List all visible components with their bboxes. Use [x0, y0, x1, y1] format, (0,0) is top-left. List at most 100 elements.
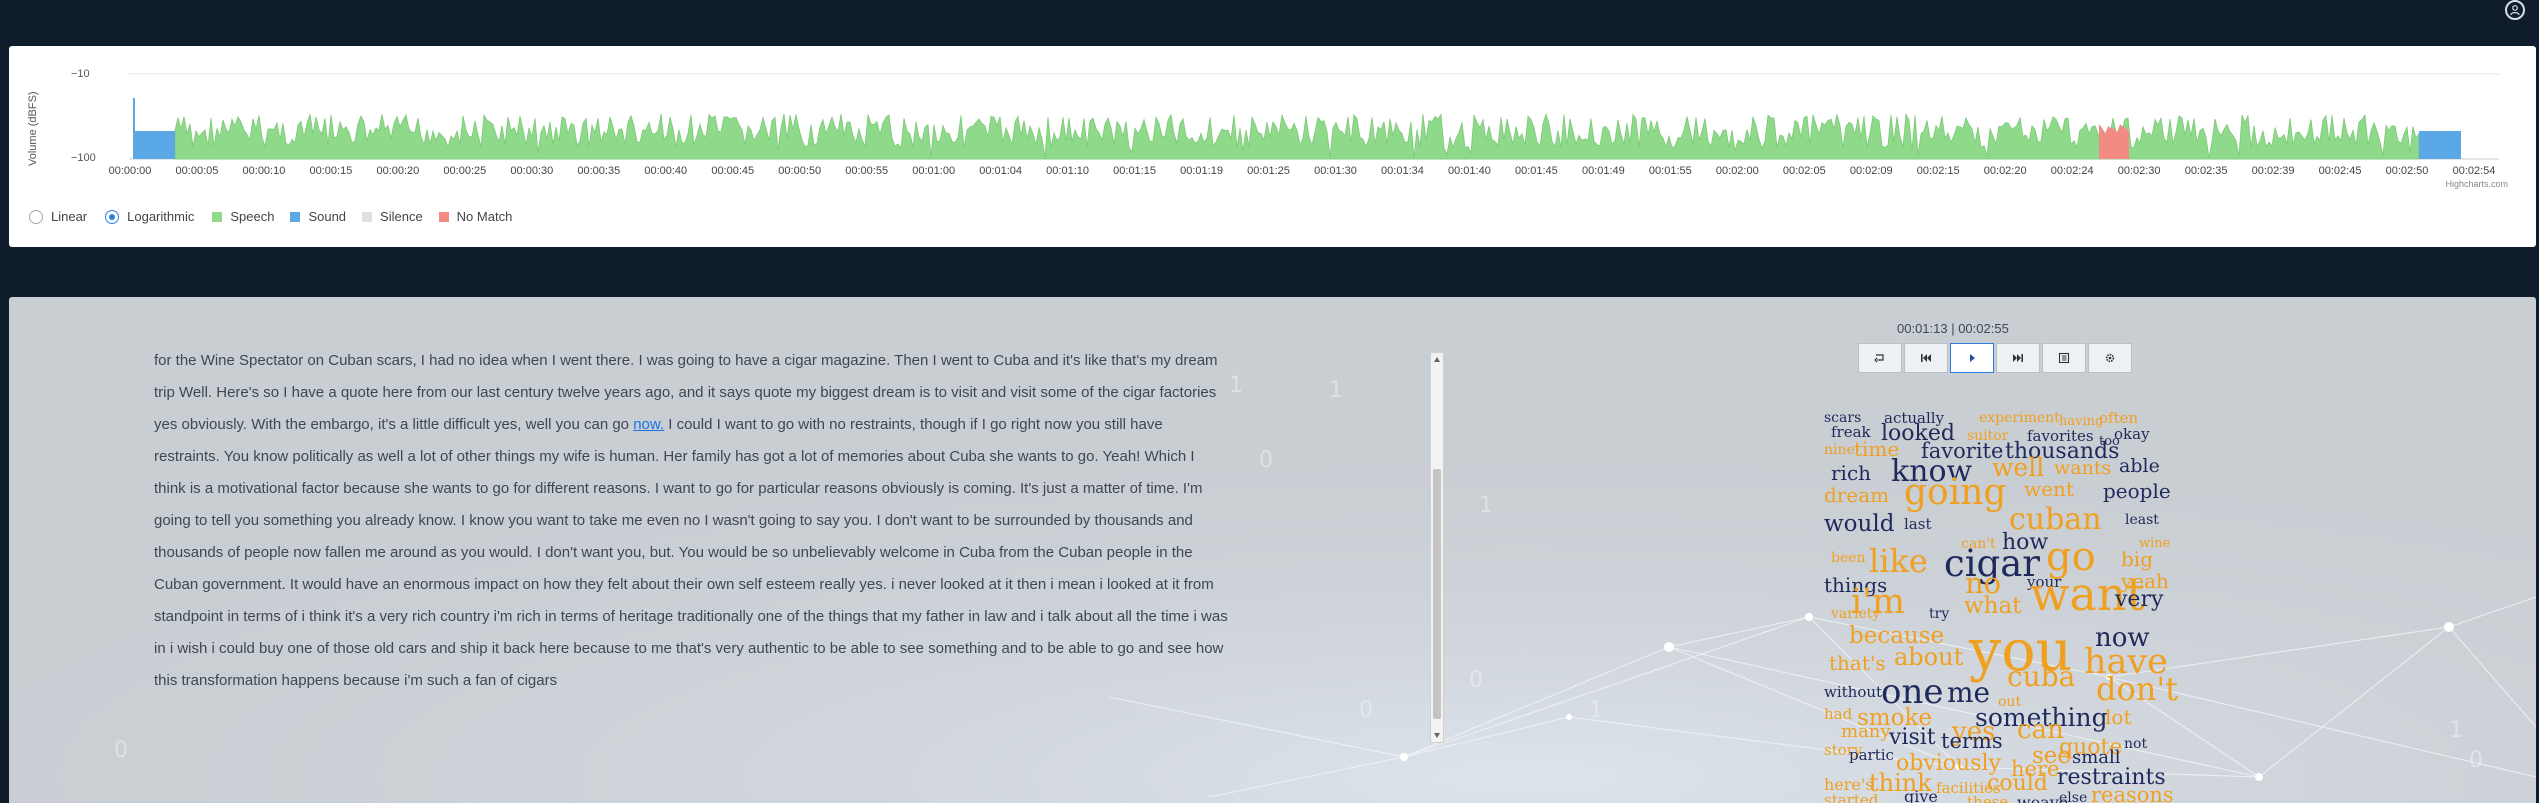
word-cloud-word[interactable]: people — [2103, 481, 2171, 501]
word-cloud-word[interactable]: dream — [1824, 485, 1889, 505]
sound-segment — [2419, 131, 2461, 159]
loop-icon — [1874, 354, 1884, 363]
word-cloud-word[interactable]: last — [1904, 517, 1931, 532]
x-tick-label: 00:00:45 — [711, 165, 755, 177]
scroll-down-icon[interactable] — [1434, 733, 1440, 738]
word-cloud-word[interactable]: least — [2125, 513, 2159, 527]
x-tick-label: 00:01:25 — [1247, 165, 1290, 177]
word-cloud-word[interactable]: visit — [1889, 727, 1936, 749]
x-tick-label: 00:00:40 — [644, 165, 688, 177]
word-cloud-word[interactable]: had — [1824, 707, 1852, 722]
loop-button[interactable] — [1858, 343, 1902, 373]
silence-swatch-icon — [362, 211, 373, 222]
word-cloud-word[interactable]: terms — [1941, 731, 2003, 752]
radio-unchecked-icon — [29, 209, 43, 224]
word-cloud-word[interactable]: would — [1824, 513, 1894, 536]
svg-text:0: 0 — [1469, 668, 1483, 693]
legend-sound[interactable]: Sound — [290, 209, 346, 224]
legend-silence[interactable]: Silence — [362, 209, 423, 224]
no-match-area — [2099, 124, 2129, 159]
gear-icon — [2105, 353, 2115, 363]
svg-text:0: 0 — [1259, 448, 1273, 473]
word-cloud-word[interactable]: give — [1904, 789, 1938, 803]
word-cloud-word[interactable]: variety — [1831, 607, 1880, 621]
x-tick-label: 00:00:35 — [577, 165, 621, 177]
x-tick-label: 00:00:00 — [108, 165, 152, 177]
word-cloud-word[interactable]: one — [1881, 675, 1944, 709]
scale-linear-label: Linear — [51, 209, 88, 224]
word-cloud-word[interactable]: started — [1824, 793, 1878, 803]
x-tick-label: 00:02:00 — [1715, 165, 1759, 177]
word-cloud-word[interactable]: not — [2124, 737, 2147, 751]
x-axis: 00:00:00 00:00:05 00:00:10 00:00:15 00:00:20… — [9, 165, 2536, 181]
scale-linear-radio[interactable]: Linear — [29, 209, 87, 224]
play-icon — [1970, 354, 1975, 362]
word-cloud-word[interactable]: okay — [2114, 427, 2150, 442]
scroll-up-icon[interactable] — [1434, 357, 1440, 362]
transcript-panel: 110 001 010 1 for the Wine Spectator on … — [9, 297, 2536, 803]
x-tick-label: 00:01:30 — [1314, 165, 1357, 177]
word-cloud-word[interactable]: cuba — [2007, 663, 2075, 691]
user-account-icon[interactable] — [2505, 0, 2525, 20]
transcript-text: for the Wine Spectator on Cuban scars, I… — [154, 345, 1229, 697]
word-cloud-word[interactable]: wants — [2054, 459, 2111, 478]
legend-label: Silence — [380, 209, 423, 224]
skip-back-icon — [1921, 354, 1931, 362]
word-cloud-word[interactable]: don't — [2096, 673, 2178, 705]
x-tick-label: 00:00:05 — [175, 165, 219, 177]
current-word-link[interactable]: now. — [633, 416, 664, 433]
x-tick-label: 00:02:39 — [2251, 165, 2295, 177]
x-tick-label: 00:02:15 — [1916, 165, 1960, 177]
x-tick-label: 00:01:45 — [1514, 165, 1558, 177]
x-tick-label: 00:00:20 — [376, 165, 420, 177]
x-tick-label: 00:02:05 — [1782, 165, 1826, 177]
word-cloud-word[interactable]: about — [1894, 645, 1963, 669]
skip-back-button[interactable] — [1904, 343, 1948, 373]
transcript-toggle-button[interactable] — [2042, 343, 2086, 373]
word-cloud-word[interactable]: experiment — [1979, 411, 2060, 425]
x-tick-label: 00:01:19 — [1180, 165, 1223, 177]
word-cloud-word[interactable]: big — [2121, 549, 2153, 569]
settings-button[interactable] — [2088, 343, 2132, 373]
word-cloud-word[interactable]: try — [1929, 607, 1949, 621]
x-tick-label: 00:02:54 — [2452, 165, 2496, 177]
word-cloud-word[interactable]: often — [2099, 411, 2138, 426]
word-cloud-word[interactable]: nine — [1824, 443, 1855, 457]
scale-logarithmic-label: Logarithmic — [127, 209, 195, 224]
waveform-chart[interactable]: Volume (dBFS) −10 −100 00:00:00 00:00:05 0… — [9, 46, 2536, 247]
x-tick-label: 00:01:40 — [1448, 165, 1491, 177]
word-cloud-word[interactable]: went — [2024, 479, 2074, 499]
word-cloud-word[interactable]: partic — [1849, 748, 1894, 763]
word-cloud-word[interactable]: what — [1964, 595, 2021, 618]
word-cloud-word[interactable]: very — [2115, 589, 2163, 611]
transcript-scrollbar[interactable] — [1430, 352, 1444, 743]
player-controls — [1858, 343, 2134, 373]
speech-swatch-icon — [212, 211, 223, 222]
word-cloud-word[interactable]: rich — [1831, 463, 1871, 483]
skip-forward-button[interactable] — [1996, 343, 2040, 373]
word-cloud-word[interactable]: able — [2119, 457, 2160, 476]
word-cloud-word[interactable]: been — [1831, 551, 1866, 565]
word-cloud-word[interactable]: lot — [2105, 707, 2131, 727]
word-cloud-word[interactable]: that's — [1829, 653, 1886, 673]
word-cloud-word[interactable]: without — [1824, 685, 1882, 700]
time-readout: 00:01:13 | 00:02:55 — [1897, 321, 2009, 336]
legend-no-match[interactable]: No Match — [438, 209, 512, 224]
play-button[interactable] — [1950, 343, 1994, 373]
skip-forward-icon — [2013, 354, 2023, 362]
word-cloud-word[interactable]: going — [1904, 475, 2006, 511]
svg-text:0: 0 — [2469, 748, 2483, 773]
legend-speech[interactable]: Speech — [212, 209, 274, 224]
word-cloud-word[interactable]: many — [1841, 723, 1891, 741]
word-cloud-word[interactable]: can — [2017, 717, 2064, 743]
x-tick-label: 00:00:50 — [778, 165, 822, 177]
word-cloud-word[interactable]: could — [1987, 773, 2048, 795]
scrollbar-thumb[interactable] — [1433, 469, 1441, 719]
chart-credits[interactable]: Highcharts.com — [2445, 179, 2508, 189]
x-tick-label: 00:01:55 — [1648, 165, 1692, 177]
transcript-segment: I could I want to go with no restraints,… — [154, 416, 1228, 689]
scale-logarithmic-radio[interactable]: Logarithmic — [105, 209, 194, 224]
word-cloud: scars actually experiment having often freak l… — [1809, 405, 2209, 803]
x-tick-label: 00:01:00 — [912, 165, 956, 177]
y-tick-label: −10 — [71, 68, 90, 80]
